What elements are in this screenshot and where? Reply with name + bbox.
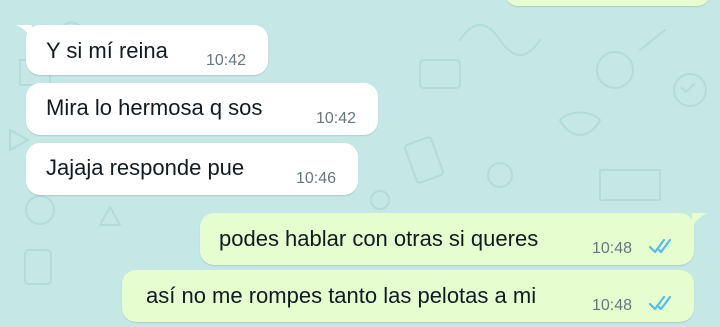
message-time: 10:48 — [592, 297, 633, 314]
outgoing-message[interactable]: podes hablar con otras si queres 10:48 — [200, 213, 694, 265]
double-check-read-icon — [648, 295, 672, 311]
bubble-tail — [16, 25, 32, 39]
message-time: 10:46 — [296, 170, 337, 187]
outgoing-message[interactable]: así no me rompes tanto las pelotas a mi … — [122, 270, 694, 322]
message-text: Jajaja responde pue — [46, 155, 245, 180]
message-text: Mira lo hermosa q sos — [46, 95, 263, 120]
message-time: 10:42 — [316, 110, 357, 127]
incoming-message[interactable]: Mira lo hermosa q sos 10:42 — [26, 83, 378, 135]
incoming-message[interactable]: Y si mí reina 10:42 — [26, 25, 268, 75]
bubble-tail — [692, 213, 708, 227]
message-time: 10:48 — [592, 240, 633, 257]
message-text: podes hablar con otras si queres — [219, 226, 539, 251]
incoming-message[interactable]: Jajaja responde pue 10:46 — [26, 143, 358, 195]
message-time: 10:42 — [206, 52, 247, 69]
message-text: así no me rompes tanto las pelotas a mi — [146, 283, 537, 308]
double-check-read-icon — [648, 238, 672, 254]
outgoing-message-partial — [505, 0, 710, 6]
message-text: Y si mí reina — [46, 38, 168, 63]
